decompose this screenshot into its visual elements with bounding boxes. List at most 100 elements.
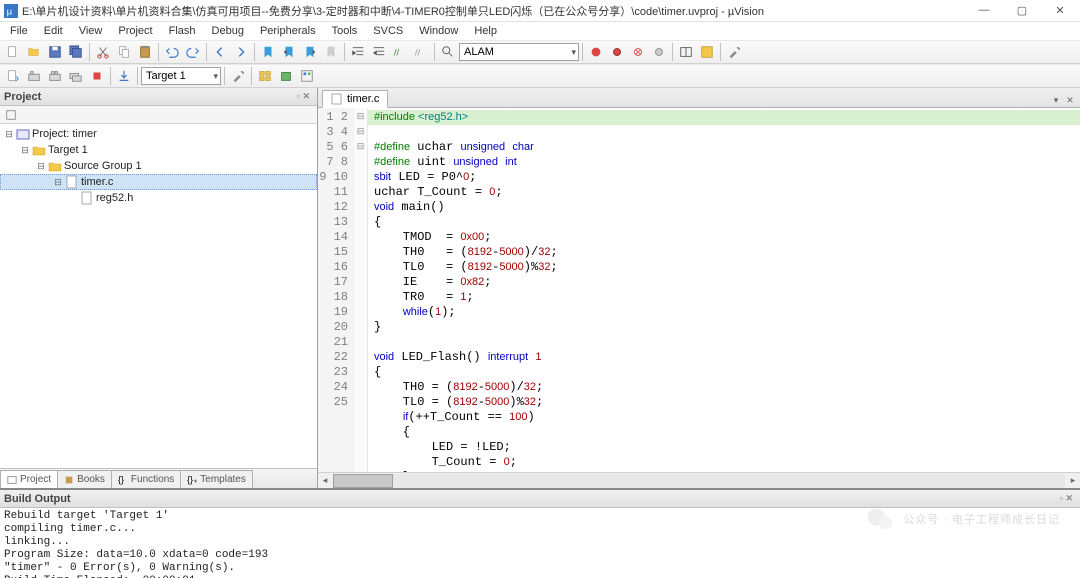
redo-button[interactable] [183,42,203,62]
uncomment-button[interactable]: // [411,42,431,62]
target-combo[interactable]: Target 1 [141,67,221,85]
toolbar-build: Target 1 [0,64,1080,88]
svg-text:{}: {} [118,475,124,485]
menu-debug[interactable]: Debug [206,24,250,38]
download-button[interactable] [114,66,134,86]
translate-button[interactable] [3,66,23,86]
tree-root[interactable]: ⊟ Project: timer [0,126,317,142]
bookmark-clear-button[interactable] [321,42,341,62]
tab-close-button[interactable]: ✕ [1064,95,1076,107]
editor-tab-label: timer.c [347,93,379,105]
rebuild-button[interactable] [45,66,65,86]
menu-window[interactable]: Window [413,24,464,38]
batch-build-button[interactable] [66,66,86,86]
cut-button[interactable] [93,42,113,62]
build-output-header: Build Output ▫ ✕ [0,490,1080,508]
pack-button[interactable] [276,66,296,86]
pane-pin-button[interactable]: ▫ ✕ [294,91,313,102]
new-button[interactable] [3,42,23,62]
tools-button[interactable] [724,42,744,62]
app-icon: µ [4,4,18,18]
toolbar-main: // // ALAM [0,40,1080,64]
editor-tab-bar: timer.c ▾ ✕ [318,88,1080,108]
debug-button[interactable] [586,42,606,62]
menu-bar: File Edit ViewProject Flash Debug Peripherals… [0,22,1080,40]
build-pane-close-button[interactable]: ▫ ✕ [1057,493,1076,504]
tree-file-timer-c[interactable]: ⊟ timer.c [0,174,317,190]
pane-tab-functions[interactable]: {}Functions [111,470,181,488]
svg-text://: // [394,48,400,59]
code-editor[interactable]: 1 2 3 4 5 6 7 8 9 10 11 12 13 14 15 16 1… [318,108,1080,472]
editor-tab-timer-c[interactable]: timer.c [322,90,388,108]
menu-view[interactable]: View [73,24,109,38]
rte-button[interactable] [297,66,317,86]
build-output-text[interactable]: Rebuild target 'Target 1' compiling time… [0,508,1080,578]
menu-tools[interactable]: Tools [326,24,364,38]
undo-button[interactable] [162,42,182,62]
nav-fwd-button[interactable] [231,42,251,62]
menu-project[interactable]: Project [112,24,158,38]
window-title: E:\单片机设计资料\单片机资料合集\仿真可用项目--免费分享\3-定时器和中断… [22,3,974,19]
window-split-button[interactable] [676,42,696,62]
bookmark-prev-button[interactable] [279,42,299,62]
indent-button[interactable] [348,42,368,62]
tree-target-label: Target 1 [48,144,88,156]
project-icon [16,127,30,141]
target-options-button[interactable] [228,66,248,86]
proj-expand-icon[interactable] [3,107,19,123]
copy-button[interactable] [114,42,134,62]
project-pane: Project ▫ ✕ ⊟ Project: timer ⊟ Target 1 … [0,88,318,488]
line-numbers: 1 2 3 4 5 6 7 8 9 10 11 12 13 14 15 16 1… [318,108,354,472]
menu-edit[interactable]: Edit [38,24,69,38]
tree-target[interactable]: ⊟ Target 1 [0,142,317,158]
menu-peripherals[interactable]: Peripherals [254,24,322,38]
code-text[interactable]: #include <reg52.h> #define uchar unsigne… [368,108,1080,472]
pane-tab-templates[interactable]: {}₊Templates [180,470,253,488]
tree-file-reg52-h[interactable]: reg52.h [0,190,317,206]
tree-group[interactable]: ⊟ Source Group 1 [0,158,317,174]
editor-horiz-scrollbar[interactable]: ◂▸ [318,472,1080,488]
save-button[interactable] [45,42,65,62]
minimize-button[interactable]: — [974,4,994,17]
bookmark-button[interactable] [258,42,278,62]
svg-text://: // [415,48,421,59]
title-bar: µ E:\单片机设计资料\单片机资料合集\仿真可用项目--免费分享\3-定时器和… [0,0,1080,22]
find-button[interactable] [438,42,458,62]
breakpoint-disable-button[interactable] [649,42,669,62]
config-button[interactable] [697,42,717,62]
close-button[interactable]: ✕ [1050,4,1070,17]
project-tree[interactable]: ⊟ Project: timer ⊟ Target 1 ⊟ Source Gro… [0,124,317,468]
manage-button[interactable] [255,66,275,86]
menu-help[interactable]: Help [468,24,503,38]
comment-button[interactable]: // [390,42,410,62]
project-pane-tabs: ProjectBooks{}Functions{}₊Templates [0,468,317,488]
menu-svcs[interactable]: SVCS [367,24,409,38]
bookmark-next-button[interactable] [300,42,320,62]
tree-group-label: Source Group 1 [64,160,142,172]
save-all-button[interactable] [66,42,86,62]
breakpoint-kill-button[interactable] [628,42,648,62]
svg-text:µ: µ [7,6,13,17]
outdent-button[interactable] [369,42,389,62]
menu-file[interactable]: File [4,24,34,38]
maximize-button[interactable]: ▢ [1012,4,1032,17]
find-combo[interactable]: ALAM [459,43,579,61]
nav-back-button[interactable] [210,42,230,62]
tree-root-label: Project: timer [32,128,97,140]
tab-dropdown-button[interactable]: ▾ [1050,95,1062,107]
pane-tab-books[interactable]: Books [57,470,112,488]
menu-flash[interactable]: Flash [163,24,202,38]
stop-build-button[interactable] [87,66,107,86]
folder-icon [32,143,46,157]
pane-tab-project[interactable]: Project [0,470,58,488]
build-output-pane: Build Output ▫ ✕ Rebuild target 'Target … [0,488,1080,578]
c-file-icon [331,93,343,105]
paste-button[interactable] [135,42,155,62]
c-file-icon [65,175,79,189]
build-button[interactable] [24,66,44,86]
editor-pane: timer.c ▾ ✕ 1 2 3 4 5 6 7 8 9 10 11 12 1… [318,88,1080,488]
fold-column[interactable]: ⊟ ⊟ ⊟ [354,108,368,472]
open-button[interactable] [24,42,44,62]
breakpoint-insert-button[interactable] [607,42,627,62]
h-file-icon [80,191,94,205]
